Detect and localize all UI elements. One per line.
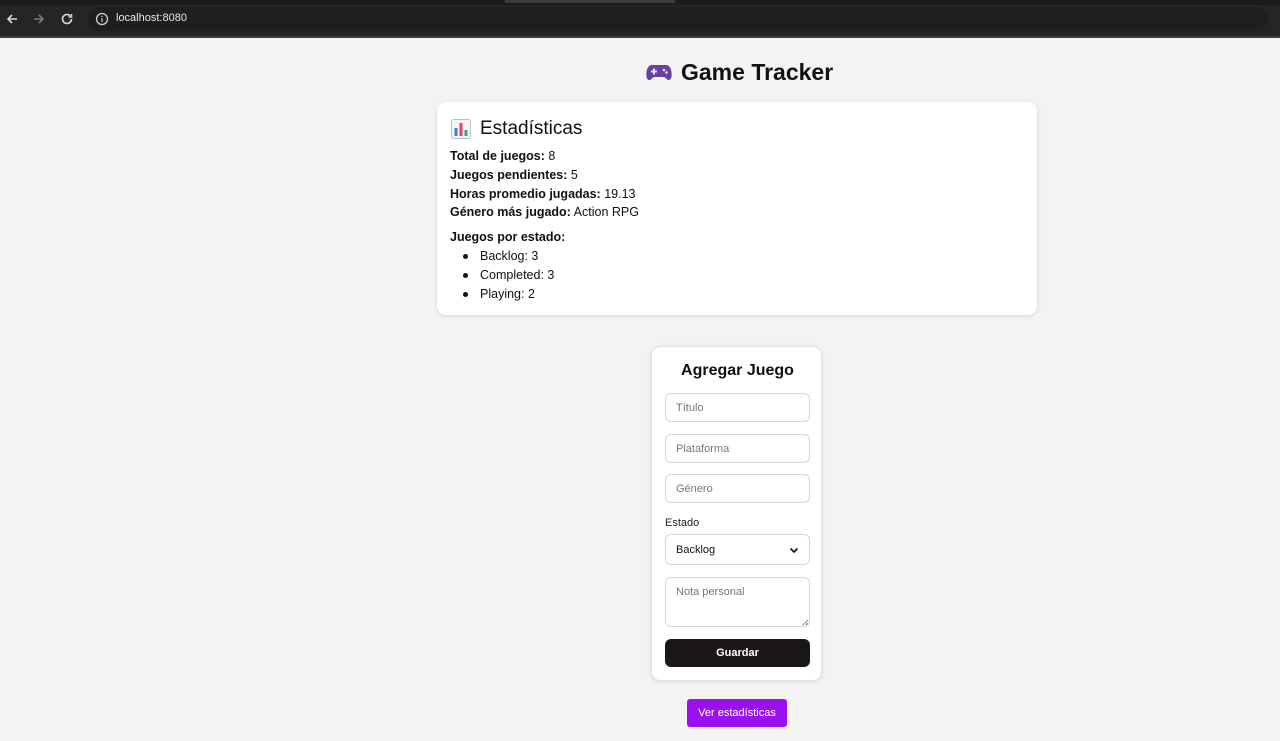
stat-total-value: 8 bbox=[548, 149, 556, 163]
active-tab-hint[interactable] bbox=[505, 0, 675, 3]
list-item: Playing: 2 bbox=[462, 287, 554, 306]
info-icon[interactable] bbox=[94, 11, 110, 27]
back-button[interactable] bbox=[4, 11, 20, 27]
estado-selected-value: Backlog bbox=[676, 543, 716, 556]
reload-icon bbox=[61, 13, 73, 25]
stat-by-state-label: Juegos por estado: bbox=[450, 230, 566, 244]
stats-header: Estadísticas bbox=[451, 118, 582, 140]
reload-button[interactable] bbox=[59, 11, 75, 27]
list-item: Backlog: 3 bbox=[462, 249, 554, 268]
save-button[interactable]: Guardar bbox=[665, 639, 810, 667]
stat-avg-hours-value: 19.13 bbox=[604, 187, 636, 201]
forward-arrow-icon bbox=[34, 14, 45, 24]
list-item: Completed: 3 bbox=[462, 268, 554, 287]
stat-avg-hours: Horas promedio jugadas: 19.13 bbox=[450, 187, 636, 201]
stat-avg-hours-label: Horas promedio jugadas: bbox=[450, 187, 601, 201]
stat-total: Total de juegos: 8 bbox=[450, 149, 555, 163]
chevron-down-icon bbox=[789, 547, 799, 553]
stat-total-label: Total de juegos: bbox=[450, 149, 545, 163]
stat-pending-value: 5 bbox=[570, 168, 578, 182]
stats-title: Estadísticas bbox=[480, 118, 583, 139]
stat-pending: Juegos pendientes: 5 bbox=[450, 168, 578, 182]
stat-by-state: Juegos por estado: bbox=[450, 230, 565, 244]
title-input[interactable] bbox=[665, 393, 810, 422]
note-textarea[interactable] bbox=[665, 577, 810, 627]
back-arrow-icon bbox=[6, 14, 17, 24]
estado-label: Estado bbox=[665, 517, 700, 529]
forward-button[interactable] bbox=[31, 11, 47, 27]
gamepad-icon bbox=[646, 65, 672, 80]
stat-top-genre: Género más jugado: Action RPG bbox=[450, 205, 639, 219]
page-title: Game Tracker bbox=[646, 58, 833, 86]
app-title: Game Tracker bbox=[681, 58, 834, 85]
tab-strip bbox=[0, 0, 1280, 5]
genre-input[interactable] bbox=[665, 474, 810, 503]
browser-toolbar: localhost:8080 bbox=[0, 0, 1280, 38]
resize-grip-icon[interactable] bbox=[802, 619, 809, 626]
form-title: Agregar Juego bbox=[681, 362, 794, 379]
stat-top-genre-label: Género más jugado: bbox=[450, 205, 571, 219]
stat-pending-label: Juegos pendientes: bbox=[450, 168, 568, 182]
add-game-form: Agregar Juego Estado Backlog Guardar bbox=[651, 346, 822, 681]
platform-input[interactable] bbox=[665, 434, 810, 463]
address-bar[interactable]: localhost:8080 bbox=[88, 7, 1268, 31]
estado-select[interactable]: Backlog bbox=[665, 534, 810, 565]
stat-top-genre-value: Action RPG bbox=[573, 205, 639, 219]
view-stats-button[interactable]: Ver estadísticas bbox=[687, 699, 787, 727]
bar-chart-icon bbox=[451, 119, 471, 139]
url-text: localhost:8080 bbox=[116, 12, 187, 24]
state-list: Backlog: 3 Completed: 3 Playing: 2 bbox=[462, 249, 554, 306]
